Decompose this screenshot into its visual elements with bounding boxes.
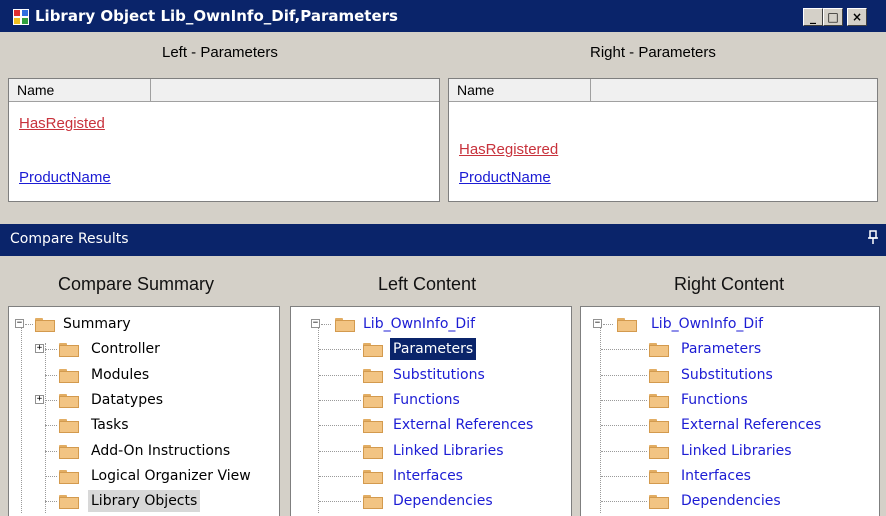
tree-label: External References [393, 417, 534, 433]
compare-summary-tree[interactable]: − Summary + Controller Modules + Datatyp… [8, 306, 280, 516]
compare-results-bar: Compare Results [0, 224, 886, 256]
right-parameters-heading: Right - Parameters [590, 44, 716, 61]
folder-icon [649, 445, 669, 459]
close-button[interactable]: × [847, 8, 867, 26]
folder-icon [363, 343, 383, 357]
right-param-productname[interactable]: ProductName [459, 169, 551, 186]
collapse-icon[interactable]: − [15, 319, 24, 328]
folder-icon [335, 318, 355, 332]
tree-label: Tasks [91, 417, 129, 433]
minimize-button[interactable]: _ [803, 8, 823, 26]
left-content-heading: Left Content [378, 274, 477, 294]
tree-label: Parameters [681, 341, 762, 357]
tree-label: Controller [91, 341, 160, 357]
left-parameters-heading: Left - Parameters [162, 44, 278, 61]
tree-label: Functions [681, 392, 748, 408]
tree-label: Lib_OwnInfo_Dif [363, 316, 476, 332]
tree-label: Lib_OwnInfo_Dif [651, 316, 764, 332]
compare-results-title: Compare Results [10, 231, 129, 247]
right-param-hasregistered[interactable]: HasRegistered [459, 141, 558, 158]
collapse-icon[interactable]: − [311, 319, 320, 328]
folder-icon [59, 394, 79, 408]
tree-label-selected: Parameters [390, 338, 477, 360]
folder-icon [649, 369, 669, 383]
tree-label: Interfaces [393, 468, 463, 484]
folder-icon [363, 495, 383, 509]
app-icon [13, 9, 29, 25]
folder-icon [59, 470, 79, 484]
expand-icon[interactable]: + [35, 395, 44, 404]
folder-icon [363, 445, 383, 459]
folder-icon [363, 394, 383, 408]
folder-icon [617, 318, 637, 332]
tree-label: Dependencies [681, 493, 781, 509]
right-name-column-header[interactable]: Name [449, 79, 591, 102]
left-empty-column-header[interactable] [151, 79, 439, 102]
right-content-tree[interactable]: − Lib_OwnInfo_Dif Parameters Substitutio… [580, 306, 880, 516]
folder-icon [649, 394, 669, 408]
folder-icon [363, 470, 383, 484]
folder-icon [59, 369, 79, 383]
tree-label: Substitutions [393, 367, 485, 383]
tree-label: Logical Organizer View [91, 468, 251, 484]
left-param-productname[interactable]: ProductName [19, 169, 111, 186]
window-title-bar[interactable]: Library Object Lib_OwnInfo_Dif,Parameter… [0, 0, 886, 32]
tree-label: Substitutions [681, 367, 773, 383]
tree-label: External References [681, 417, 822, 433]
folder-icon [59, 419, 79, 433]
right-content-heading: Right Content [674, 274, 785, 294]
tree-label: Add-On Instructions [91, 443, 231, 459]
compare-summary-heading: Compare Summary [58, 274, 215, 294]
left-content-tree[interactable]: − Lib_OwnInfo_Dif Parameters Substitutio… [290, 306, 572, 516]
folder-icon [363, 419, 383, 433]
folder-icon [649, 495, 669, 509]
tree-label: Linked Libraries [393, 443, 504, 459]
folder-icon [59, 495, 79, 509]
splitter[interactable] [0, 212, 886, 224]
tree-label: Datatypes [91, 392, 163, 408]
tree-label: Modules [91, 367, 150, 383]
pin-icon[interactable] [868, 229, 878, 249]
right-empty-column-header[interactable] [591, 79, 877, 102]
left-param-hasregisted[interactable]: HasRegisted [19, 115, 105, 132]
right-parameters-list[interactable]: Name HasRegistered ProductName [448, 78, 878, 202]
left-parameters-list[interactable]: Name HasRegisted ProductName [8, 78, 440, 202]
tree-label: Library Objects [88, 490, 201, 512]
tree-label: Interfaces [681, 468, 751, 484]
collapse-icon[interactable]: − [593, 319, 602, 328]
tree-label: Functions [393, 392, 460, 408]
expand-icon[interactable]: + [35, 344, 44, 353]
left-name-column-header[interactable]: Name [9, 79, 151, 102]
folder-icon [59, 343, 79, 357]
tree-label: Summary [63, 316, 131, 332]
folder-icon [649, 343, 669, 357]
folder-icon [35, 318, 55, 332]
folder-icon [649, 419, 669, 433]
folder-icon [59, 445, 79, 459]
window-title: Library Object Lib_OwnInfo_Dif,Parameter… [35, 7, 398, 25]
folder-icon [649, 470, 669, 484]
tree-label: Dependencies [393, 493, 493, 509]
maximize-button[interactable]: □ [823, 8, 843, 26]
folder-icon [363, 369, 383, 383]
tree-label: Linked Libraries [681, 443, 792, 459]
